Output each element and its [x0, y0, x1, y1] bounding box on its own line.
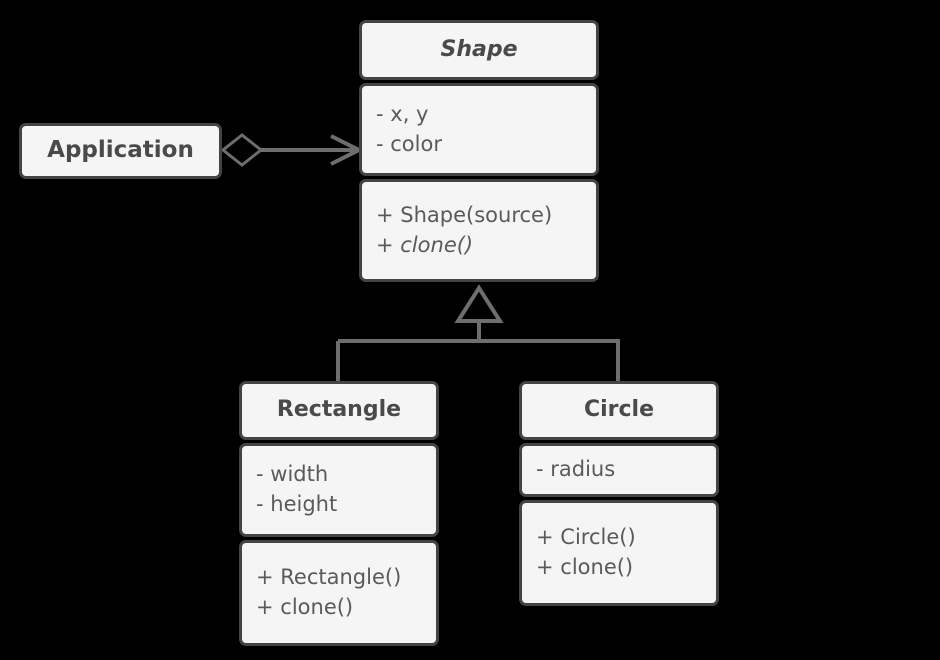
class-name-label: Circle	[583, 397, 655, 423]
visibility-marker: -	[376, 131, 391, 156]
attributes-compartment: - x, y - color	[359, 83, 599, 176]
methods-compartment: + Circle() + clone()	[519, 500, 719, 606]
attribute-row: - radius	[522, 455, 716, 485]
class-name-compartment: Shape	[359, 20, 599, 80]
class-name-label: Rectangle	[276, 397, 402, 423]
attribute-row: - height	[242, 490, 436, 520]
class-box-application[interactable]: Application	[19, 123, 222, 179]
hollow-triangle-icon	[454, 284, 504, 323]
method-row: + clone()	[522, 553, 716, 583]
method-row: + Circle()	[522, 523, 716, 553]
methods-compartment: + Shape(source) + clone()	[359, 179, 599, 282]
edge-aggregation-application-shape	[220, 133, 364, 167]
method-name: Rectangle()	[280, 565, 402, 590]
method-row: + Rectangle()	[242, 563, 436, 593]
method-row: + Shape(source)	[362, 201, 596, 231]
class-box-rectangle[interactable]: Rectangle - width - height + Rectangle()…	[239, 381, 439, 646]
attribute-name: radius	[550, 457, 616, 482]
method-name: clone()	[560, 555, 634, 579]
visibility-marker: +	[256, 565, 281, 590]
visibility-marker: +	[536, 525, 561, 550]
class-name-label: Shape	[440, 36, 518, 62]
hollow-diamond-icon	[220, 133, 264, 167]
attribute-row: - color	[362, 130, 596, 160]
method-name: clone()	[400, 232, 474, 257]
method-row: + clone()	[362, 231, 596, 261]
class-name-label: Application	[47, 137, 194, 164]
edge-generalization-subclasses-shape	[336, 284, 620, 382]
class-name-compartment: Circle	[519, 381, 719, 440]
method-name: Shape(source)	[400, 202, 553, 227]
uml-diagram-canvas: Shape --> Application Shape	[0, 0, 940, 660]
visibility-marker: +	[536, 555, 561, 579]
class-name-compartment: Application	[19, 123, 222, 179]
attribute-name: height	[270, 492, 338, 516]
class-name-compartment: Rectangle	[239, 381, 439, 440]
visibility-marker: -	[256, 462, 271, 487]
attributes-compartment: - width - height	[239, 443, 439, 537]
methods-compartment: + Rectangle() + clone()	[239, 540, 439, 646]
method-name: Circle()	[560, 525, 636, 550]
visibility-marker: +	[376, 202, 401, 227]
class-box-shape[interactable]: Shape - x, y - color + Shape(source) + c…	[359, 20, 599, 282]
attribute-row: - width	[242, 460, 436, 490]
visibility-marker: +	[376, 232, 401, 257]
attribute-name: width	[270, 462, 329, 487]
visibility-marker: -	[256, 492, 271, 516]
attributes-compartment: - radius	[519, 443, 719, 497]
method-row: + clone()	[242, 593, 436, 623]
attribute-name: color	[390, 131, 442, 156]
method-name: clone()	[280, 595, 354, 619]
attribute-row: - x, y	[362, 100, 596, 130]
attribute-name: x, y	[390, 101, 429, 126]
visibility-marker: -	[536, 457, 551, 482]
visibility-marker: -	[376, 101, 391, 126]
visibility-marker: +	[256, 595, 281, 619]
open-arrow-icon	[330, 134, 364, 166]
class-box-circle[interactable]: Circle - radius + Circle() + clone()	[519, 381, 719, 606]
